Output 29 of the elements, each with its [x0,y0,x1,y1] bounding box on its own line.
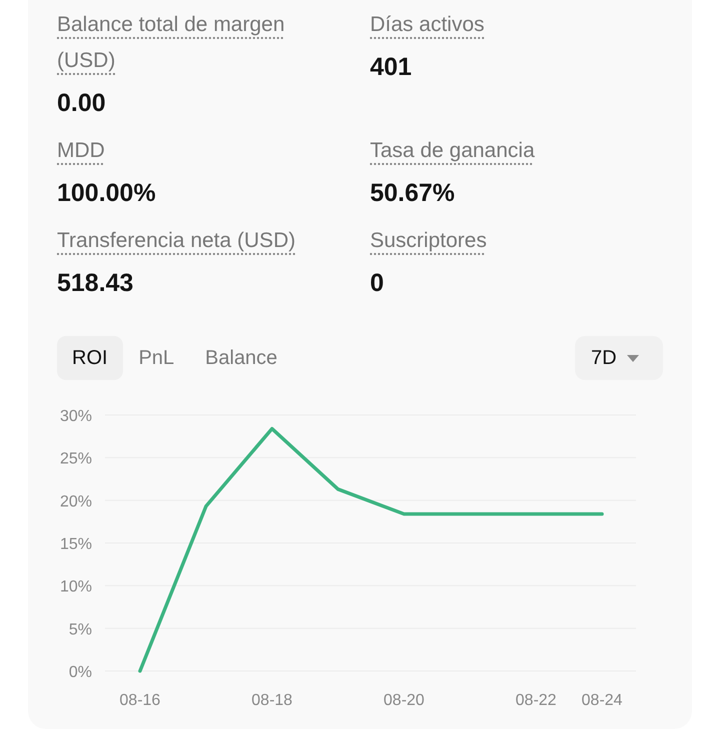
chart-tab[interactable]: ROI [57,336,123,380]
y-axis-label: 0% [68,664,92,681]
y-axis-label: 20% [60,493,92,510]
x-axis-label: 08-24 [582,692,622,709]
stat-value: 0.00 [57,88,106,119]
stat-value: 518.43 [57,268,134,299]
chart-tab[interactable]: Balance [190,336,292,380]
stat-value: 0 [370,268,384,299]
caret-icon [626,354,639,362]
stat-label: Días activos [370,13,484,36]
x-axis-label: 08-20 [384,692,424,709]
stat-label: Suscriptores [370,229,487,252]
x-axis-label: 08-18 [252,692,292,709]
stat-value: 100.00% [57,178,156,209]
stat-value: 50.67% [370,178,455,209]
y-axis-label: 15% [60,536,92,553]
x-axis-label: 08-22 [516,692,556,709]
y-axis-label: 5% [68,621,92,638]
chart-tab[interactable]: PnL [124,336,190,380]
y-axis-label: 30% [60,408,92,425]
y-axis-label: 10% [60,578,92,596]
stat-value: 401 [370,52,412,83]
x-axis-label: 08-16 [120,692,160,709]
period-dropdown[interactable]: 7D [575,336,663,380]
stat-label: Transferencia neta (USD) [57,229,296,252]
stat-label: Tasa de ganancia [370,139,535,162]
stat-label: Balance total de margen (USD) [57,13,285,72]
stat-label: MDD [57,139,105,162]
y-axis-label: 25% [60,450,92,468]
